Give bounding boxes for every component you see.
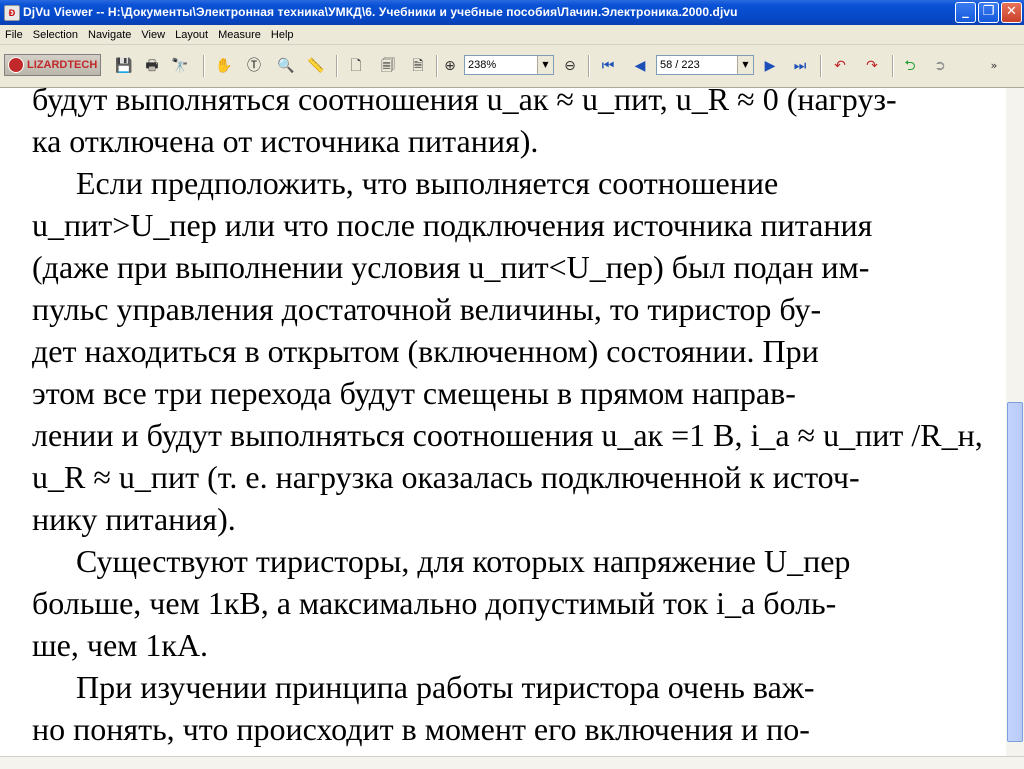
menu-selection[interactable]: Selection	[28, 26, 83, 41]
forward-icon[interactable]: ➲	[930, 56, 950, 76]
page-layout-icon[interactable]: 🗎	[408, 56, 428, 76]
zoom-in-icon[interactable]: ⊕	[440, 56, 460, 76]
text-line: ка отключена от источника питания).	[32, 123, 539, 159]
text-line: При изучении принципа работы тиристора о…	[76, 669, 815, 705]
menu-navigate[interactable]: Navigate	[83, 26, 136, 41]
toolbar-separator	[588, 55, 590, 77]
page-select[interactable]: 58 / 223 ▼	[656, 55, 754, 75]
toolbar-separator	[820, 55, 822, 77]
window-title: DjVu Viewer -- H:\Документы\Электронная …	[23, 5, 738, 19]
first-page-icon[interactable]: ⏮	[598, 56, 618, 76]
logo-text: LIZARDTECH	[27, 59, 98, 71]
page-value: 58 / 223	[660, 59, 700, 71]
maximize-button[interactable]: ❐	[978, 2, 999, 23]
title-bar: Ð DjVu Viewer -- H:\Документы\Электронна…	[0, 0, 1024, 25]
horizontal-scrollbar[interactable]	[0, 756, 1024, 769]
text-line: нику питания).	[32, 501, 236, 537]
zoom-value: 238%	[468, 59, 497, 71]
save-icon[interactable]: 💾	[114, 56, 134, 76]
back-icon[interactable]: ⮌	[900, 56, 920, 76]
menu-layout[interactable]: Layout	[170, 26, 213, 41]
hand-icon[interactable]: ✋	[214, 56, 234, 76]
text-line: больше, чем 1кВ, а максимально допустимы…	[32, 585, 837, 621]
menu-file[interactable]: File	[0, 26, 28, 41]
ruler-icon[interactable]: 📏	[306, 56, 326, 76]
menu-help[interactable]: Help	[266, 26, 299, 41]
toolbar-separator	[203, 55, 205, 77]
menu-bar: File Selection Navigate View Layout Measure He…	[0, 25, 1024, 45]
next-page-icon[interactable]: ▶	[760, 56, 780, 76]
text-line: этом все три перехода будут смещены в пр…	[32, 375, 796, 411]
rotate-right-icon[interactable]: ↷	[862, 56, 882, 76]
text-line: (даже при выполнении условия u_пит<U_пер…	[32, 249, 870, 285]
lizardtech-mark-icon	[8, 57, 24, 73]
previous-page-icon[interactable]: ◀	[630, 56, 650, 76]
chevron-down-icon[interactable]: ▼	[537, 56, 553, 74]
text-line: u_R ≈ u_пит (т. е. нагрузка оказалась по…	[32, 459, 860, 495]
chevron-down-icon[interactable]: ▼	[737, 56, 753, 74]
rotate-left-icon[interactable]: ↶	[830, 56, 850, 76]
text-line: но понять, что происходит в момент его в…	[32, 711, 810, 747]
toolbar-separator	[336, 55, 338, 77]
toolbar-separator	[892, 55, 894, 77]
thumbnail-icon[interactable]: 🗐	[378, 56, 398, 76]
menu-view[interactable]: View	[136, 26, 170, 41]
minimize-button[interactable]: _	[955, 2, 976, 23]
text-line: пульс управления достаточной величины, т…	[32, 291, 822, 327]
djvu-icon: Ð	[4, 5, 20, 21]
find-icon[interactable]: 🔭	[170, 56, 190, 76]
text-line: дет находиться в открытом (включенном) с…	[32, 333, 819, 369]
last-page-icon[interactable]: ⏭	[790, 56, 810, 76]
menu-measure[interactable]: Measure	[213, 26, 266, 41]
close-button[interactable]: ✕	[1001, 2, 1022, 23]
document-page[interactable]: будут выполняться соотношения u_ак ≈ u_п…	[0, 88, 1006, 756]
text-line: Существуют тиристоры, для которых напряж…	[76, 543, 851, 579]
zoom-select[interactable]: 238% ▼	[464, 55, 554, 75]
text-line: Если предположить, что выполняется соотн…	[76, 165, 779, 201]
toolbar-overflow-icon[interactable]: »	[984, 56, 1004, 76]
zoom-out-icon[interactable]: ⊖	[560, 56, 580, 76]
text-line: ше, чем 1кА.	[32, 627, 209, 663]
text-line: u_пит>U_пер или что после подключения ис…	[32, 207, 873, 243]
lizardtech-logo[interactable]: LIZARDTECH	[4, 54, 101, 76]
text-line: будут выполняться соотношения u_ак ≈ u_п…	[32, 88, 897, 117]
print-icon[interactable]: 🖶	[142, 56, 162, 76]
vertical-scroll-thumb[interactable]	[1007, 402, 1023, 742]
zoom-tool-icon[interactable]: 🔍	[276, 56, 296, 76]
page-icon[interactable]: 🗋	[346, 56, 366, 76]
toolbar: LIZARDTECH 💾 🖶 🔭 ✋ Ⓣ 🔍 📏 🗋 🗐 🗎 ⊕ 238% ▼ …	[0, 45, 1024, 88]
toolbar-separator	[436, 55, 438, 77]
text-line: лении и будут выполняться соотношения u_…	[32, 417, 983, 453]
text-select-icon[interactable]: Ⓣ	[244, 56, 264, 76]
